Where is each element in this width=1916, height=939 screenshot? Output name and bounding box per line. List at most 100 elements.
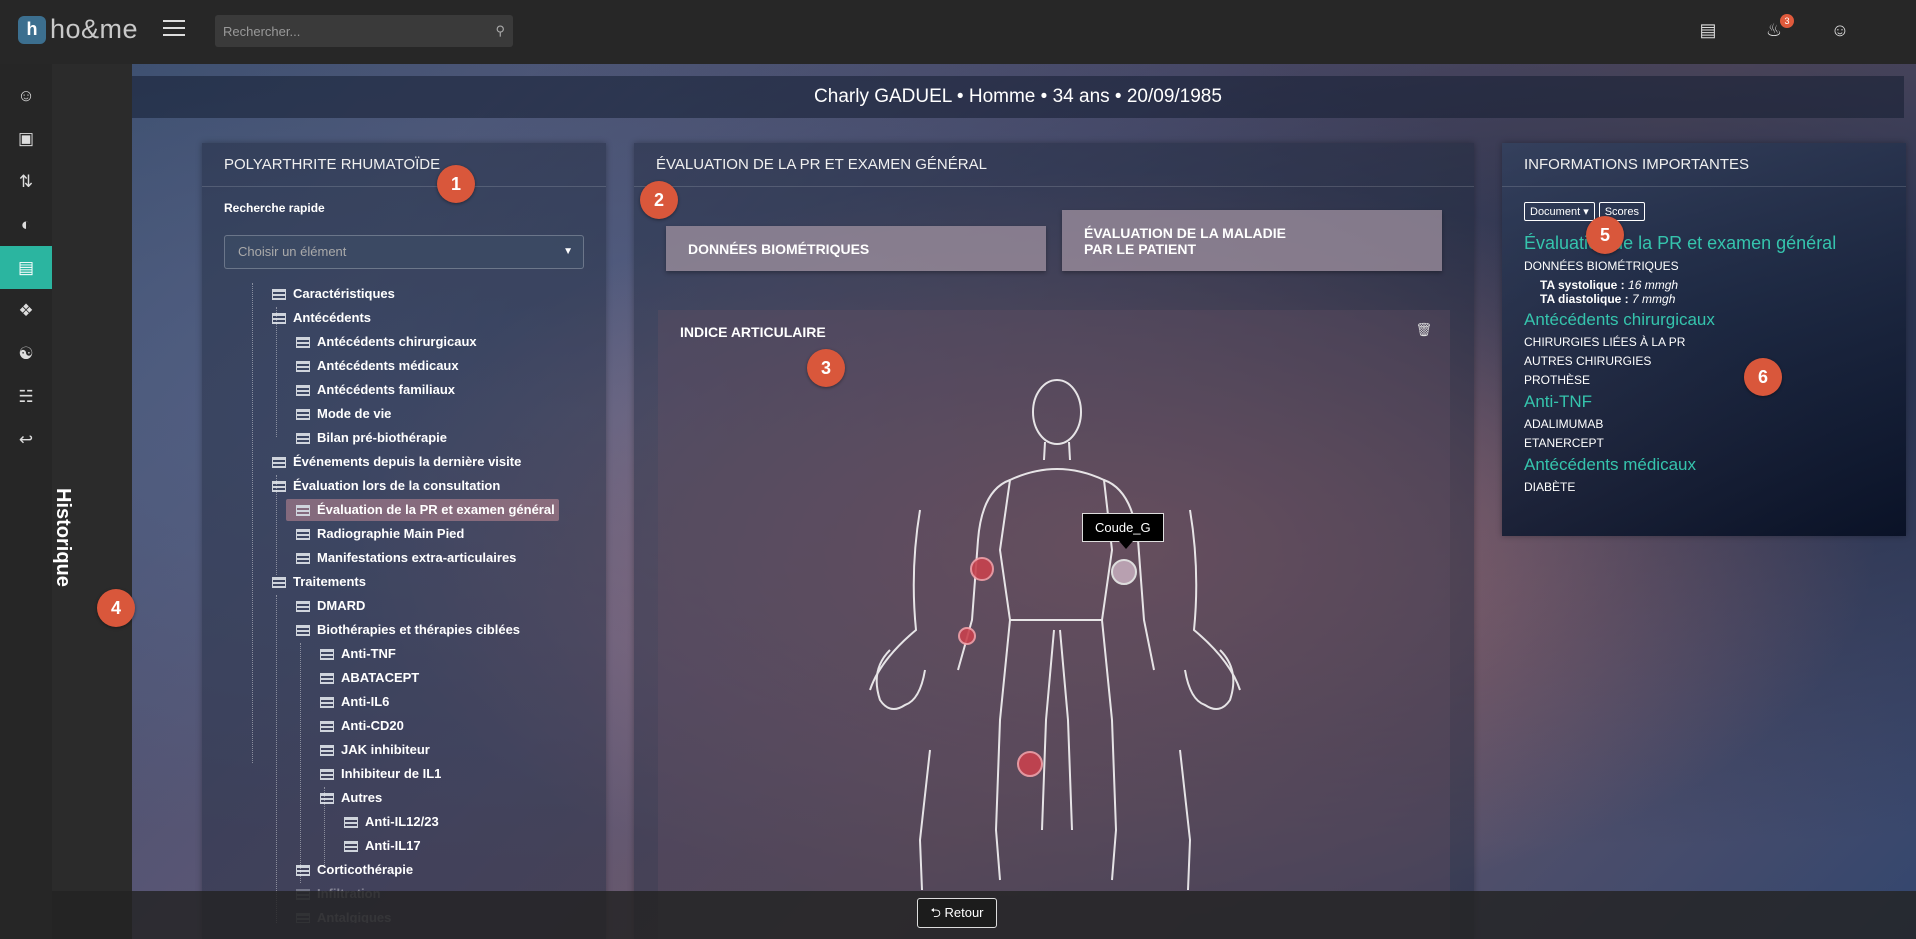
- logo-text: ho&me: [50, 14, 139, 44]
- list-icon: [296, 336, 310, 348]
- tree-item[interactable]: JAK inhibiteur: [320, 739, 430, 761]
- tree-item[interactable]: Traitements: [272, 571, 366, 593]
- tree-item-label: Antécédents médicaux: [317, 358, 459, 373]
- list-icon: [296, 360, 310, 372]
- patient-evaluation-button[interactable]: ÉVALUATION DE LA MALADIE PAR LE PATIENT: [1062, 210, 1442, 271]
- back-button[interactable]: ⮌ Retour: [917, 898, 997, 928]
- tree-item[interactable]: Anti-IL17: [344, 835, 421, 857]
- logout-icon[interactable]: ↩: [0, 418, 52, 461]
- tree-item-label: Biothérapies et thérapies ciblées: [317, 622, 521, 637]
- list-item: DIABÈTE: [1524, 480, 1576, 494]
- annotation-marker: 1: [437, 165, 475, 203]
- group-icon[interactable]: ☯: [0, 332, 52, 375]
- tree-item[interactable]: Manifestations extra-articulaires: [296, 547, 516, 569]
- tree-item[interactable]: Anti-IL6: [320, 691, 389, 713]
- tree-item-label: Anti-IL12/23: [365, 814, 439, 829]
- feed-icon[interactable]: ☵: [0, 375, 52, 418]
- annotation-marker: 6: [1744, 358, 1782, 396]
- search-input[interactable]: [215, 23, 475, 39]
- annotation-marker: 4: [97, 589, 135, 627]
- tree-item[interactable]: Radiographie Main Pied: [296, 523, 464, 545]
- body-diagram: [869, 379, 1241, 891]
- tree-item[interactable]: Antécédents chirurgicaux: [296, 331, 477, 353]
- tree-item-label: JAK inhibiteur: [341, 742, 430, 757]
- list-icon: [320, 648, 334, 660]
- list-icon: [320, 672, 334, 684]
- tree-item[interactable]: Antécédents: [272, 307, 371, 329]
- tree-item[interactable]: Bilan pré-biothérapie: [296, 427, 447, 449]
- tree-item[interactable]: Inhibiteur de IL1: [320, 763, 441, 785]
- tree-item-label: ABATACEPT: [341, 670, 420, 685]
- history-label[interactable]: Historique: [51, 488, 74, 587]
- user-icon[interactable]: ☺: [1828, 18, 1852, 42]
- tree-item[interactable]: Mode de vie: [296, 403, 391, 425]
- tree-item[interactable]: Anti-TNF: [320, 643, 396, 665]
- tree-item-label: Événements depuis la dernière visite: [293, 454, 522, 469]
- tree-item[interactable]: Anti-IL12/23: [344, 811, 439, 833]
- bell-icon[interactable]: ♨ 3: [1762, 14, 1794, 42]
- calendar-icon[interactable]: ▣: [0, 117, 52, 160]
- trash-icon[interactable]: 🗑: [1415, 322, 1432, 338]
- tree: Caractéristiques Antécédents Antécédents c…: [202, 283, 606, 923]
- sort-icon[interactable]: ⇅: [0, 160, 52, 203]
- tree-item-label: Corticothérapie: [317, 862, 414, 877]
- document-dropdown[interactable]: Document ▾: [1524, 202, 1595, 221]
- patient-icon[interactable]: ☺: [0, 74, 52, 117]
- tree-connector: [300, 643, 301, 883]
- tree-item-label: Manifestations extra-articulaires: [317, 550, 517, 565]
- attachment-icon[interactable]: ❖: [0, 289, 52, 332]
- annotation-marker: 2: [640, 181, 678, 219]
- tree-item[interactable]: DMARD: [296, 595, 365, 617]
- dashboard-icon[interactable]: ◐: [0, 203, 52, 246]
- list-icon: [320, 792, 334, 804]
- element-select[interactable]: Choisir un élément ▼: [224, 235, 584, 269]
- tree-connector: [252, 283, 253, 763]
- tree-item-label: Antécédents: [293, 310, 372, 325]
- list-icon: [320, 768, 334, 780]
- tree-item-label: Anti-IL6: [341, 694, 390, 709]
- tree-item-label: Caractéristiques: [293, 286, 395, 301]
- list-icon: [344, 816, 358, 828]
- tree-item[interactable]: Antécédents familiaux: [296, 379, 455, 401]
- tree-item[interactable]: Corticothérapie: [296, 859, 413, 881]
- panel-title: INFORMATIONS IMPORTANTES: [1502, 143, 1906, 187]
- list-icon: [296, 384, 310, 396]
- biometric-button[interactable]: DONNÉES BIOMÉTRIQUES: [666, 226, 1046, 271]
- tree-item[interactable]: Anti-CD20: [320, 715, 404, 737]
- tree-item[interactable]: Évaluation lors de la consultation: [272, 475, 500, 497]
- app-logo[interactable]: h ho&me: [18, 14, 138, 45]
- list-icon: [296, 600, 310, 612]
- list-item: AUTRES CHIRURGIES: [1524, 354, 1652, 368]
- tree-item[interactable]: Autres: [320, 787, 382, 809]
- disease-tree-panel: POLYARTHRITE RHUMATOÏDE Recherche rapide…: [202, 143, 606, 939]
- search-icon[interactable]: ⚲: [495, 23, 505, 39]
- chat-icon[interactable]: ▤: [1696, 18, 1720, 42]
- tree-item[interactable]: Caractéristiques: [272, 283, 395, 305]
- tree-item[interactable]: Évaluation de la PR et examen général: [286, 499, 559, 521]
- tree-item[interactable]: ABATACEPT: [320, 667, 419, 689]
- tree-item-label: DMARD: [317, 598, 366, 613]
- list-icon: [296, 408, 310, 420]
- quick-search-label: Recherche rapide: [224, 201, 325, 215]
- top-bar: h ho&me ⚲ ▤ ♨ 3 ☺: [0, 0, 1916, 64]
- section-subtitle: DONNÉES BIOMÉTRIQUES: [1524, 259, 1679, 273]
- tree-item-label: Anti-IL17: [365, 838, 421, 853]
- joint-tooltip: Coude_G: [1082, 513, 1164, 549]
- list-icon: [296, 528, 310, 540]
- list-icon: [272, 576, 286, 588]
- section-title: Antécédents médicaux: [1524, 455, 1696, 474]
- list-icon: [320, 744, 334, 756]
- menu-icon[interactable]: [163, 20, 185, 38]
- tree-item-label: Évaluation de la PR et examen général: [317, 502, 555, 517]
- clipboard-icon[interactable]: ▤: [0, 246, 52, 289]
- list-icon: [320, 720, 334, 732]
- tree-item[interactable]: Biothérapies et thérapies ciblées: [296, 619, 520, 641]
- logo-mark: h: [18, 15, 46, 44]
- tree-item-label: Traitements: [293, 574, 366, 589]
- tree-item[interactable]: Événements depuis la dernière visite: [272, 451, 521, 473]
- list-icon: [296, 864, 310, 876]
- panel-title: POLYARTHRITE RHUMATOÏDE: [202, 143, 606, 187]
- list-item: CHIRURGIES LIÉES À LA PR: [1524, 335, 1686, 349]
- tree-item-label: Radiographie Main Pied: [317, 526, 465, 541]
- tree-item[interactable]: Antécédents médicaux: [296, 355, 459, 377]
